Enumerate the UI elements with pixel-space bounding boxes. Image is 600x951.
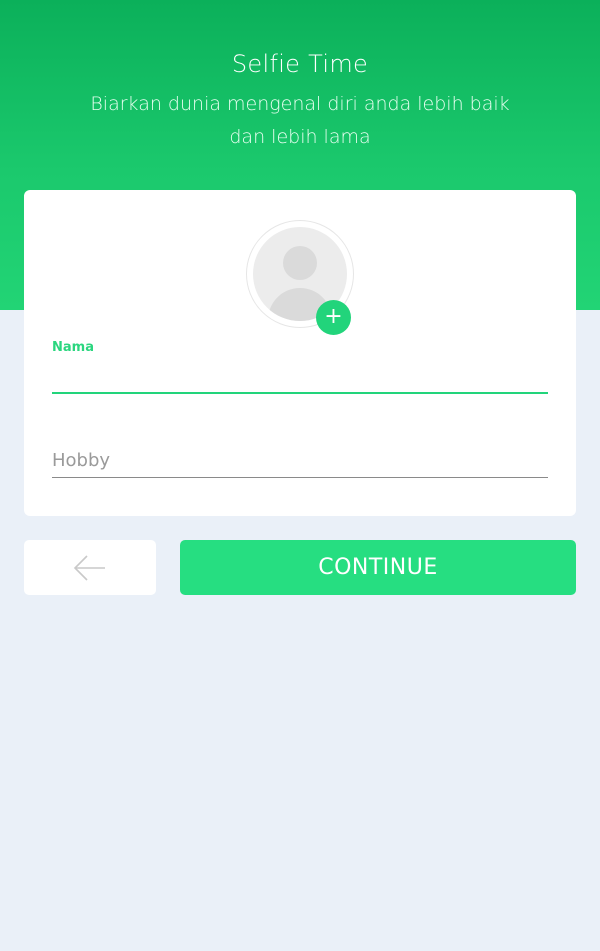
hobby-field[interactable] <box>52 444 548 478</box>
add-photo-button[interactable]: + <box>316 300 351 335</box>
name-field-label: Nama <box>52 340 94 355</box>
subtitle-line-1: Biarkan dunia mengenal diri anda lebih b… <box>90 93 510 115</box>
name-field[interactable] <box>52 358 548 394</box>
selfie-page: Selfie Time Biarkan dunia mengenal diri … <box>0 0 600 951</box>
back-button[interactable] <box>24 540 156 595</box>
arrow-left-icon <box>73 555 105 581</box>
page-subtitle: Biarkan dunia mengenal diri anda lebih b… <box>70 88 530 154</box>
avatar-head-shape <box>283 246 317 280</box>
continue-button[interactable]: CONTINUE <box>180 540 576 595</box>
subtitle-line-2: dan lebih lama <box>229 126 371 148</box>
page-title: Selfie Time <box>231 50 369 78</box>
profile-form-card: + Nama <box>24 190 576 516</box>
